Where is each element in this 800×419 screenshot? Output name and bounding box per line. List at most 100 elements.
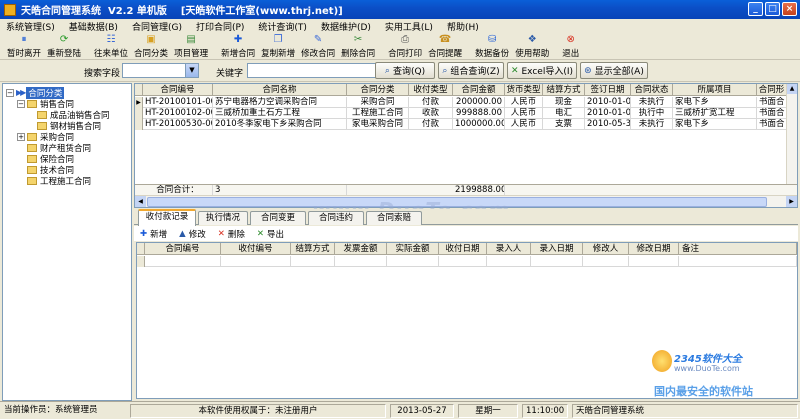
toolbar-button-help[interactable]: ❖ 使用帮助 — [512, 33, 552, 59]
collapse-icon[interactable]: − — [6, 88, 14, 97]
menu-system[interactable]: 系统管理(S) — [6, 20, 55, 33]
add-icon: ✚ — [140, 228, 148, 239]
detail-tabs: 收付款记录 执行情况 合同变更 合同违约 合同索赔 — [134, 209, 798, 226]
detail-edit-button[interactable]: ▲ 修改 — [179, 228, 206, 240]
query-button[interactable]: ⌕ 查询(Q) — [375, 62, 435, 79]
toolbar-button-exit[interactable]: ⊗ 退出 — [559, 33, 582, 59]
close-button[interactable]: × — [782, 2, 797, 16]
column-header[interactable]: 录入人 — [487, 243, 531, 255]
column-header[interactable]: 签订日期 — [585, 84, 631, 96]
chevron-down-icon[interactable]: ▼ — [185, 64, 198, 77]
keyword-input[interactable] — [247, 63, 392, 78]
folder-icon — [27, 143, 37, 152]
grid-vertical-scrollbar[interactable]: ▲ ▼ — [786, 84, 797, 196]
folder-icon — [37, 121, 47, 130]
delete-icon: ✂ — [353, 34, 363, 45]
column-header[interactable]: 合同编号 — [143, 84, 213, 96]
tree-item-sales[interactable]: − 销售合同 — [17, 98, 74, 110]
column-header[interactable]: 合同金额 — [453, 84, 505, 96]
tree-item-tech[interactable]: 技术合同 — [27, 164, 74, 176]
minimize-button[interactable]: _ — [748, 2, 763, 16]
toolbar-button-project[interactable]: ▤ 项目管理 — [171, 33, 211, 59]
folder-icon — [27, 176, 37, 185]
toolbar-button-print[interactable]: ⎙ 合同打印 — [385, 33, 425, 59]
tab-changes[interactable]: 合同变更 — [250, 211, 306, 225]
table-row[interactable] — [137, 256, 797, 267]
column-header[interactable]: 所属项目 — [673, 84, 757, 96]
detail-delete-button[interactable]: ✕ 删除 — [218, 228, 245, 240]
column-header[interactable]: 收付日期 — [439, 243, 487, 255]
scroll-left-icon[interactable]: ◀ — [135, 196, 146, 207]
menu-maintenance[interactable]: 数据维护(D) — [321, 20, 371, 33]
tree-root[interactable]: − ▶▶ 合同分类 — [6, 86, 65, 99]
expand-icon[interactable]: + — [17, 132, 25, 141]
reminder-icon: ☎ — [438, 34, 452, 45]
menu-contract[interactable]: 合同管理(G) — [132, 20, 182, 33]
column-header[interactable]: 发票金额 — [335, 243, 387, 255]
menu-basic-data[interactable]: 基础数据(B) — [69, 20, 118, 33]
menu-tools[interactable]: 实用工具(L) — [385, 20, 433, 33]
toolbar-button-partner[interactable]: ☷ 往来单位 — [91, 33, 131, 59]
grid-totals-row: 合同合计： 3 2199888.00 — [135, 184, 797, 196]
toolbar-button-backup[interactable]: ⛁ 数据备份 — [472, 33, 512, 59]
tab-breach[interactable]: 合同违约 — [308, 211, 364, 225]
status-time: 11:10:00 — [522, 404, 568, 418]
show-all-button[interactable]: ⊛ 显示全部(A) — [580, 62, 648, 79]
triangle-up-icon: ▲ — [179, 228, 186, 239]
title-bar[interactable]: 天皓合同管理系统 V2.2 单机版 [天皓软件工作室(www.thrj.net)… — [0, 0, 800, 19]
column-header[interactable]: 结算方式 — [291, 243, 335, 255]
toolbar-button-add-contract[interactable]: ✚ 新增合同 — [218, 33, 258, 59]
double-arrow-icon: ▶▶ — [16, 88, 26, 97]
table-row[interactable]: HT-20100530-0001 2010冬季家电下乡采购合同 家电采购合同 付… — [135, 119, 797, 130]
column-header[interactable]: 货币类型 — [505, 84, 543, 96]
collapse-icon[interactable]: − — [17, 99, 25, 108]
folder-icon — [27, 154, 37, 163]
tab-execution[interactable]: 执行情况 — [198, 211, 248, 225]
combo-query-button[interactable]: ⌕ 组合查询(Z) — [438, 62, 504, 79]
column-header[interactable]: 实际金额 — [387, 243, 439, 255]
scroll-up-icon[interactable]: ▲ — [787, 84, 797, 94]
tree-item-lease[interactable]: 财产租赁合同 — [27, 142, 91, 154]
delete-icon: ✕ — [217, 228, 225, 239]
toolbar-button-pause[interactable]: ⏸ 暂时离开 — [4, 33, 44, 59]
scroll-right-icon[interactable]: ▶ — [786, 196, 797, 207]
column-header[interactable]: 修改人 — [583, 243, 629, 255]
column-header[interactable]: 备注 — [679, 243, 797, 255]
search-field-select[interactable]: ▼ — [122, 63, 199, 78]
menu-stats[interactable]: 统计查询(T) — [258, 20, 307, 33]
tree-item-construction[interactable]: 工程施工合同 — [27, 175, 91, 187]
column-header[interactable]: 合同状态 — [631, 84, 673, 96]
status-date: 2013-05-27 — [390, 404, 454, 418]
tab-claims[interactable]: 合同索赔 — [366, 211, 422, 225]
toolbar-button-category[interactable]: ▣ 合同分类 — [131, 33, 171, 59]
window-title: 天皓合同管理系统 V2.2 单机版 [天皓软件工作室(www.thrj.net)… — [21, 6, 343, 17]
column-header[interactable]: 修改日期 — [629, 243, 679, 255]
table-row[interactable]: ▶ HT-20100101-0001 苏宁电器格力空调采购合同 采购合同 付款 … — [135, 97, 797, 108]
tab-payments[interactable]: 收付款记录 — [138, 209, 196, 226]
menu-help[interactable]: 帮助(H) — [447, 20, 479, 33]
menu-print[interactable]: 打印合同(P) — [196, 20, 244, 33]
tree-item-steel-sales[interactable]: 钢材销售合同 — [37, 120, 101, 132]
tree-item-fuel-sales[interactable]: 成品油销售合同 — [37, 109, 110, 121]
detail-add-button[interactable]: ✚ 新增 — [140, 228, 167, 240]
toolbar-button-edit-contract[interactable]: ✎ 修改合同 — [298, 33, 338, 59]
column-header[interactable]: 合同分类 — [347, 84, 409, 96]
toolbar-button-reminder[interactable]: ☎ 合同提醒 — [425, 33, 465, 59]
column-header[interactable]: 合同形 — [757, 84, 787, 96]
column-header[interactable]: 结算方式 — [543, 84, 585, 96]
column-header[interactable]: 录入日期 — [531, 243, 583, 255]
toolbar-button-relogin[interactable]: ⟳ 重新登陆 — [44, 33, 84, 59]
toolbar-button-delete-contract[interactable]: ✂ 删除合同 — [338, 33, 378, 59]
excel-import-button[interactable]: ✕ Excel导入(I) — [507, 62, 577, 79]
table-row[interactable]: HT-20100102-0002 三威桥加重土石方工程 工程施工合同 收款 99… — [135, 108, 797, 119]
column-header[interactable]: 合同名称 — [213, 84, 347, 96]
tree-item-insurance[interactable]: 保险合同 — [27, 153, 74, 165]
tree-item-purchase[interactable]: + 采购合同 — [17, 131, 74, 143]
column-header[interactable]: 合同编号 — [145, 243, 221, 255]
folder-icon — [37, 110, 47, 119]
column-header[interactable]: 收付编号 — [221, 243, 291, 255]
column-header[interactable]: 收付类型 — [409, 84, 453, 96]
detail-export-button[interactable]: ✕ 导出 — [257, 228, 284, 240]
maximize-button[interactable]: □ — [765, 2, 780, 16]
toolbar-button-copy-add[interactable]: ❐ 复制新增 — [258, 33, 298, 59]
